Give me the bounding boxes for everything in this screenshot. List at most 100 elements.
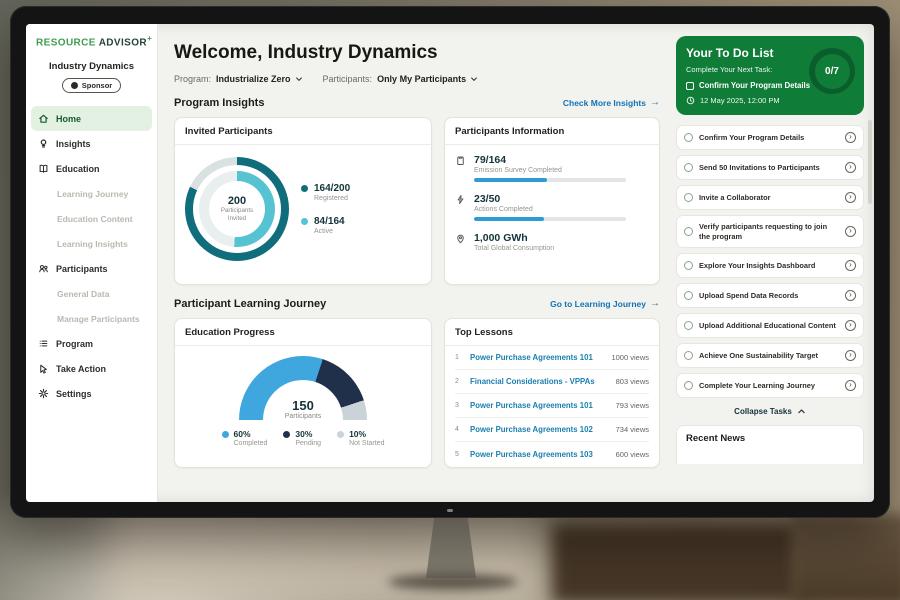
sidebar-item-label: Participants [56,264,108,274]
task-checkbox[interactable] [684,227,693,236]
invited-legend-dot [301,185,308,192]
donut-center-label: Participants Invited [214,207,260,223]
sidebar-item-insights[interactable]: Insights [31,131,152,156]
task-checkbox[interactable] [684,321,693,330]
chevron-right-icon[interactable]: › [845,320,856,331]
sidebar-item-education-content[interactable]: Education Content [31,206,152,231]
program-filter-select[interactable]: Industrialize Zero [216,74,303,84]
task-label: Send 50 Invitations to Participants [699,163,839,173]
legend-value: 10% [349,429,384,439]
sidebar-item-learning-journey[interactable]: Learning Journey [31,181,152,206]
task-checkbox[interactable] [684,133,693,142]
sponsor-badge: Sponsor [62,78,121,93]
sidebar-item-label: Manage Participants [57,314,140,324]
lesson-link[interactable]: Power Purchase Agreements 101 [470,401,593,410]
legend-value: 60% [234,429,268,439]
lesson-row[interactable]: 2 Financial Considerations - VPPAs 803 v… [455,370,649,394]
chevron-right-icon[interactable]: › [845,260,856,271]
recent-news-card: Recent News [676,425,864,464]
sidebar-item-settings[interactable]: Settings [31,381,152,406]
task-checkbox[interactable] [684,193,693,202]
chevron-right-icon[interactable]: › [845,380,856,391]
sidebar-item-participants[interactable]: Participants [31,256,152,281]
lesson-link[interactable]: Power Purchase Agreements 102 [470,425,593,434]
link-label: Go to Learning Journey [550,299,646,309]
bolt-icon [455,194,466,205]
lesson-row[interactable]: 3 Power Purchase Agreements 101 793 view… [455,394,649,418]
sponsor-badge-icon [71,82,78,89]
sidebar-item-label: Education [56,164,100,174]
main-content: Welcome, Industry Dynamics Program: Indu… [158,24,674,502]
task-checkbox[interactable] [684,163,693,172]
task-label: Invite a Collaborator [699,193,839,203]
sidebar-item-program[interactable]: Program [31,331,152,356]
lesson-link[interactable]: Power Purchase Agreements 103 [470,450,593,459]
clock-icon [686,96,695,105]
legend-label: Not Started [349,440,384,447]
chevron-right-icon[interactable]: › [845,226,856,237]
task-checkbox[interactable] [684,381,693,390]
task-row[interactable]: Confirm Your Program Details › [676,125,864,150]
lesson-link[interactable]: Financial Considerations - VPPAs [470,377,595,386]
card-title: Invited Participants [175,118,431,145]
scrollbar[interactable] [868,120,872,204]
check-more-insights-link[interactable]: Check More Insights → [563,98,660,108]
lesson-rank: 3 [455,402,463,409]
sidebar-item-label: Learning Insights [57,239,128,249]
sidebar-item-label: Settings [56,389,92,399]
go-to-learning-journey-link[interactable]: Go to Learning Journey → [550,299,660,309]
top-lessons-card: Top Lessons 1 Power Purchase Agreements … [444,318,660,468]
sidebar-item-home[interactable]: Home [31,106,152,131]
lesson-row[interactable]: 5 Power Purchase Agreements 103 600 view… [455,442,649,466]
chevron-right-icon[interactable]: › [845,162,856,173]
task-row[interactable]: Achieve One Sustainability Target › [676,343,864,368]
sidebar-item-take-action[interactable]: Take Action [31,356,152,381]
program-filter-value: Industrialize Zero [216,74,291,84]
education-gauge-chart: 150 Participants [239,356,367,420]
sidebar-item-manage-participants[interactable]: Manage Participants [31,306,152,331]
lesson-link[interactable]: Power Purchase Agreements 101 [470,353,593,362]
task-row[interactable]: Upload Spend Data Records › [676,283,864,308]
background-furniture [552,524,802,600]
checkbox-icon[interactable] [686,82,694,90]
sidebar: RESOURCE ADVISOR+ Industry Dynamics Spon… [26,24,158,502]
task-checkbox[interactable] [684,351,693,360]
task-row[interactable]: Upload Additional Educational Content › [676,313,864,338]
sidebar-item-general-data[interactable]: General Data [31,281,152,306]
task-checkbox[interactable] [684,291,693,300]
todo-due: 12 May 2025, 12:00 PM [686,96,854,105]
education-legend-dot [337,431,344,438]
sidebar-item-learning-insights[interactable]: Learning Insights [31,231,152,256]
program-filter-label: Program: [174,74,211,84]
card-title: Education Progress [175,319,431,346]
legend-item-registered: 164/200 Registered [301,183,350,202]
legend-value: 164/200 [314,183,350,194]
chevron-right-icon[interactable]: › [845,290,856,301]
education-progress-card: Education Progress 150 Participants [174,318,432,468]
lesson-row[interactable]: 4 Power Purchase Agreements 102 734 view… [455,418,649,442]
sidebar-item-education[interactable]: Education [31,156,152,181]
task-checkbox[interactable] [684,261,693,270]
chevron-right-icon[interactable]: › [845,192,856,203]
progress-bar [474,217,626,221]
participants-filter-select[interactable]: Only My Participants [377,74,478,84]
task-row[interactable]: Complete Your Learning Journey › [676,373,864,398]
task-row[interactable]: Verify participants requesting to join t… [676,215,864,248]
task-row[interactable]: Invite a Collaborator › [676,185,864,210]
chevron-right-icon[interactable]: › [845,350,856,361]
legend-item-not-started: 10% Not Started [337,429,384,447]
task-row[interactable]: Explore Your Insights Dashboard › [676,253,864,278]
chevron-right-icon[interactable]: › [845,132,856,143]
collapse-tasks-button[interactable]: Collapse Tasks [676,407,864,416]
gauge-center-value: 150 [239,398,367,413]
lesson-row[interactable]: 1 Power Purchase Agreements 101 1000 vie… [455,346,649,370]
chevron-down-icon [470,75,478,83]
lesson-views: 734 views [616,425,649,434]
sidebar-item-label: Education Content [57,214,133,224]
task-label: Complete Your Learning Journey [699,381,839,391]
lesson-views: 600 views [616,450,649,459]
legend-item-completed: 60% Completed [222,429,268,447]
task-row[interactable]: Send 50 Invitations to Participants › [676,155,864,180]
todo-summary-card: Your To Do List Complete Your Next Task:… [676,36,864,115]
task-label: Upload Spend Data Records [699,291,839,301]
